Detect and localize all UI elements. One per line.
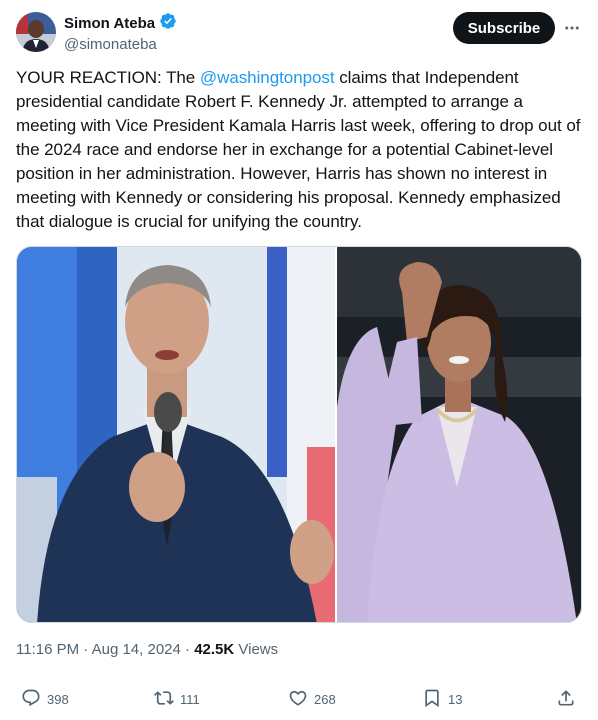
tweet-text-body: claims that Independent presidential can… (16, 68, 581, 231)
like-count: 268 (314, 692, 336, 707)
more-icon[interactable] (562, 18, 582, 38)
meta-separator: · (180, 641, 195, 658)
photo-harris[interactable] (336, 247, 581, 622)
like-button[interactable]: 268 (288, 688, 336, 711)
tweet-text-prefix: YOUR REACTION: The (16, 68, 200, 87)
photo-kennedy[interactable] (17, 247, 335, 622)
bookmark-count: 13 (448, 692, 463, 707)
subscribe-button[interactable]: Subscribe (453, 12, 555, 44)
repost-count: 111 (180, 692, 200, 707)
tweet-header: Simon Ateba @simonateba Subscribe (16, 10, 582, 54)
like-icon (288, 688, 308, 711)
avatar[interactable] (16, 12, 56, 52)
bookmark-icon (422, 688, 442, 711)
tweet-meta: 11:16 PM · Aug 14, 2024 · 42.5K Views (16, 640, 278, 660)
action-bar: 398 111 268 13 (16, 688, 582, 712)
tweet-time[interactable]: 11:16 PM (16, 641, 79, 658)
views-count: 42.5K (194, 641, 235, 658)
share-button[interactable] (556, 688, 576, 711)
bookmark-button[interactable]: 13 (422, 688, 462, 711)
tweet-date[interactable]: Aug 14, 2024 (92, 641, 181, 658)
views-label: Views (234, 641, 279, 658)
author-block: Simon Ateba @simonateba (64, 12, 177, 55)
reply-icon (21, 688, 41, 711)
reply-count: 398 (47, 692, 69, 707)
mention-link[interactable]: @washingtonpost (200, 68, 335, 87)
tweet-media[interactable] (16, 246, 582, 623)
reply-button[interactable]: 398 (21, 688, 69, 711)
meta-separator: · (79, 641, 92, 658)
verified-badge-icon (159, 12, 177, 35)
tweet-text: YOUR REACTION: The @washingtonpost claim… (16, 66, 582, 234)
repost-button[interactable]: 111 (154, 688, 200, 711)
share-icon (556, 688, 576, 711)
author-name[interactable]: Simon Ateba (64, 14, 155, 34)
author-handle[interactable]: @simonateba (64, 35, 177, 55)
repost-icon (154, 688, 174, 711)
